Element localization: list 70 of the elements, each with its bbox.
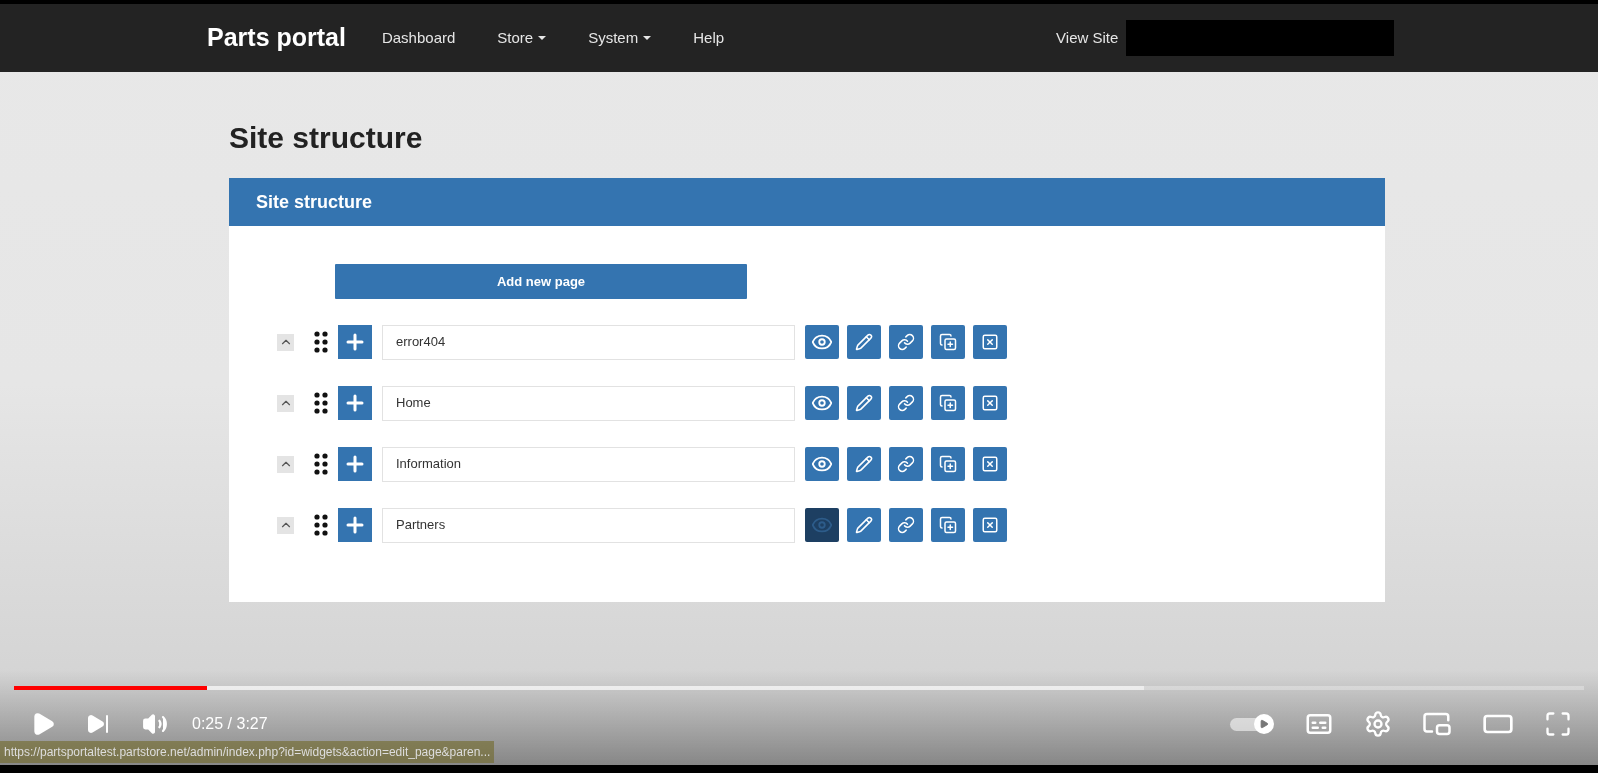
nav-link[interactable]: Store	[497, 26, 547, 50]
duplicate-button[interactable]	[931, 447, 965, 481]
pencil-icon	[855, 455, 873, 473]
collapse-button[interactable]	[277, 333, 294, 351]
drag-handle-icon[interactable]	[314, 331, 328, 353]
settings-icon[interactable]	[1364, 710, 1392, 738]
autoplay-toggle[interactable]	[1230, 714, 1274, 734]
view-button[interactable]	[805, 325, 839, 359]
link-button[interactable]	[889, 325, 923, 359]
pencil-icon	[855, 333, 873, 351]
drag-handle-icon[interactable]	[314, 514, 328, 536]
view-button[interactable]	[805, 447, 839, 481]
duplicate-button[interactable]	[931, 325, 965, 359]
view-site-link[interactable]: View Site	[1056, 26, 1119, 50]
duplicate-icon	[939, 455, 957, 473]
page-name-field[interactable]: Partners	[382, 507, 795, 543]
drag-handle-icon[interactable]	[314, 392, 328, 414]
add-child-button[interactable]	[338, 386, 372, 420]
pencil-icon	[855, 516, 873, 534]
duplicate-icon	[939, 333, 957, 351]
link-icon	[897, 333, 915, 351]
close-icon	[981, 455, 999, 473]
close-icon	[981, 394, 999, 412]
caret-icon	[538, 36, 547, 40]
page-name-field[interactable]: error404	[382, 324, 795, 360]
close-icon	[981, 516, 999, 534]
close-icon	[981, 333, 999, 351]
fullscreen-icon[interactable]	[1544, 710, 1572, 738]
play-icon	[1259, 719, 1269, 729]
delete-button[interactable]	[973, 508, 1007, 542]
add-child-button[interactable]	[338, 325, 372, 359]
brand-title[interactable]: Parts portal	[207, 19, 346, 57]
panel-title: Site structure	[256, 190, 373, 214]
nav-link[interactable]: Help	[693, 26, 725, 50]
nav-link[interactable]: Dashboard	[381, 26, 456, 50]
add-page-button[interactable]: Add new page	[335, 264, 747, 299]
caret-icon	[643, 36, 652, 40]
edit-button[interactable]	[847, 325, 881, 359]
status-url: https://partsportaltest.partstore.net/admin/index.php?id=widgets&action=edit_page&paren...	[0, 741, 495, 763]
duplicate-icon	[939, 394, 957, 412]
collapse-button[interactable]	[277, 394, 294, 412]
link-button[interactable]	[889, 508, 923, 542]
edit-button[interactable]	[847, 508, 881, 542]
link-icon	[897, 516, 915, 534]
link-icon	[897, 394, 915, 412]
time-display: 0:25 / 3:27	[192, 714, 268, 734]
add-child-button[interactable]	[338, 447, 372, 481]
page-title: Site structure	[229, 120, 424, 156]
link-button[interactable]	[889, 386, 923, 420]
next-icon[interactable]	[86, 712, 110, 736]
page-name-field[interactable]: Information	[382, 446, 795, 482]
collapse-button[interactable]	[277, 516, 294, 534]
volume-icon[interactable]	[142, 711, 168, 737]
edit-button[interactable]	[847, 447, 881, 481]
edit-button[interactable]	[847, 386, 881, 420]
page-name-field[interactable]: Home	[382, 385, 795, 421]
link-button[interactable]	[889, 447, 923, 481]
pencil-icon	[855, 394, 873, 412]
collapse-button[interactable]	[277, 455, 294, 473]
delete-button[interactable]	[973, 325, 1007, 359]
duplicate-icon	[939, 516, 957, 534]
nav-link[interactable]: System	[588, 26, 652, 50]
link-icon	[897, 455, 915, 473]
view-button[interactable]	[805, 386, 839, 420]
delete-button[interactable]	[973, 447, 1007, 481]
drag-handle-icon[interactable]	[314, 453, 328, 475]
duplicate-button[interactable]	[931, 508, 965, 542]
duplicate-button[interactable]	[931, 386, 965, 420]
delete-button[interactable]	[973, 386, 1007, 420]
add-child-button[interactable]	[338, 508, 372, 542]
